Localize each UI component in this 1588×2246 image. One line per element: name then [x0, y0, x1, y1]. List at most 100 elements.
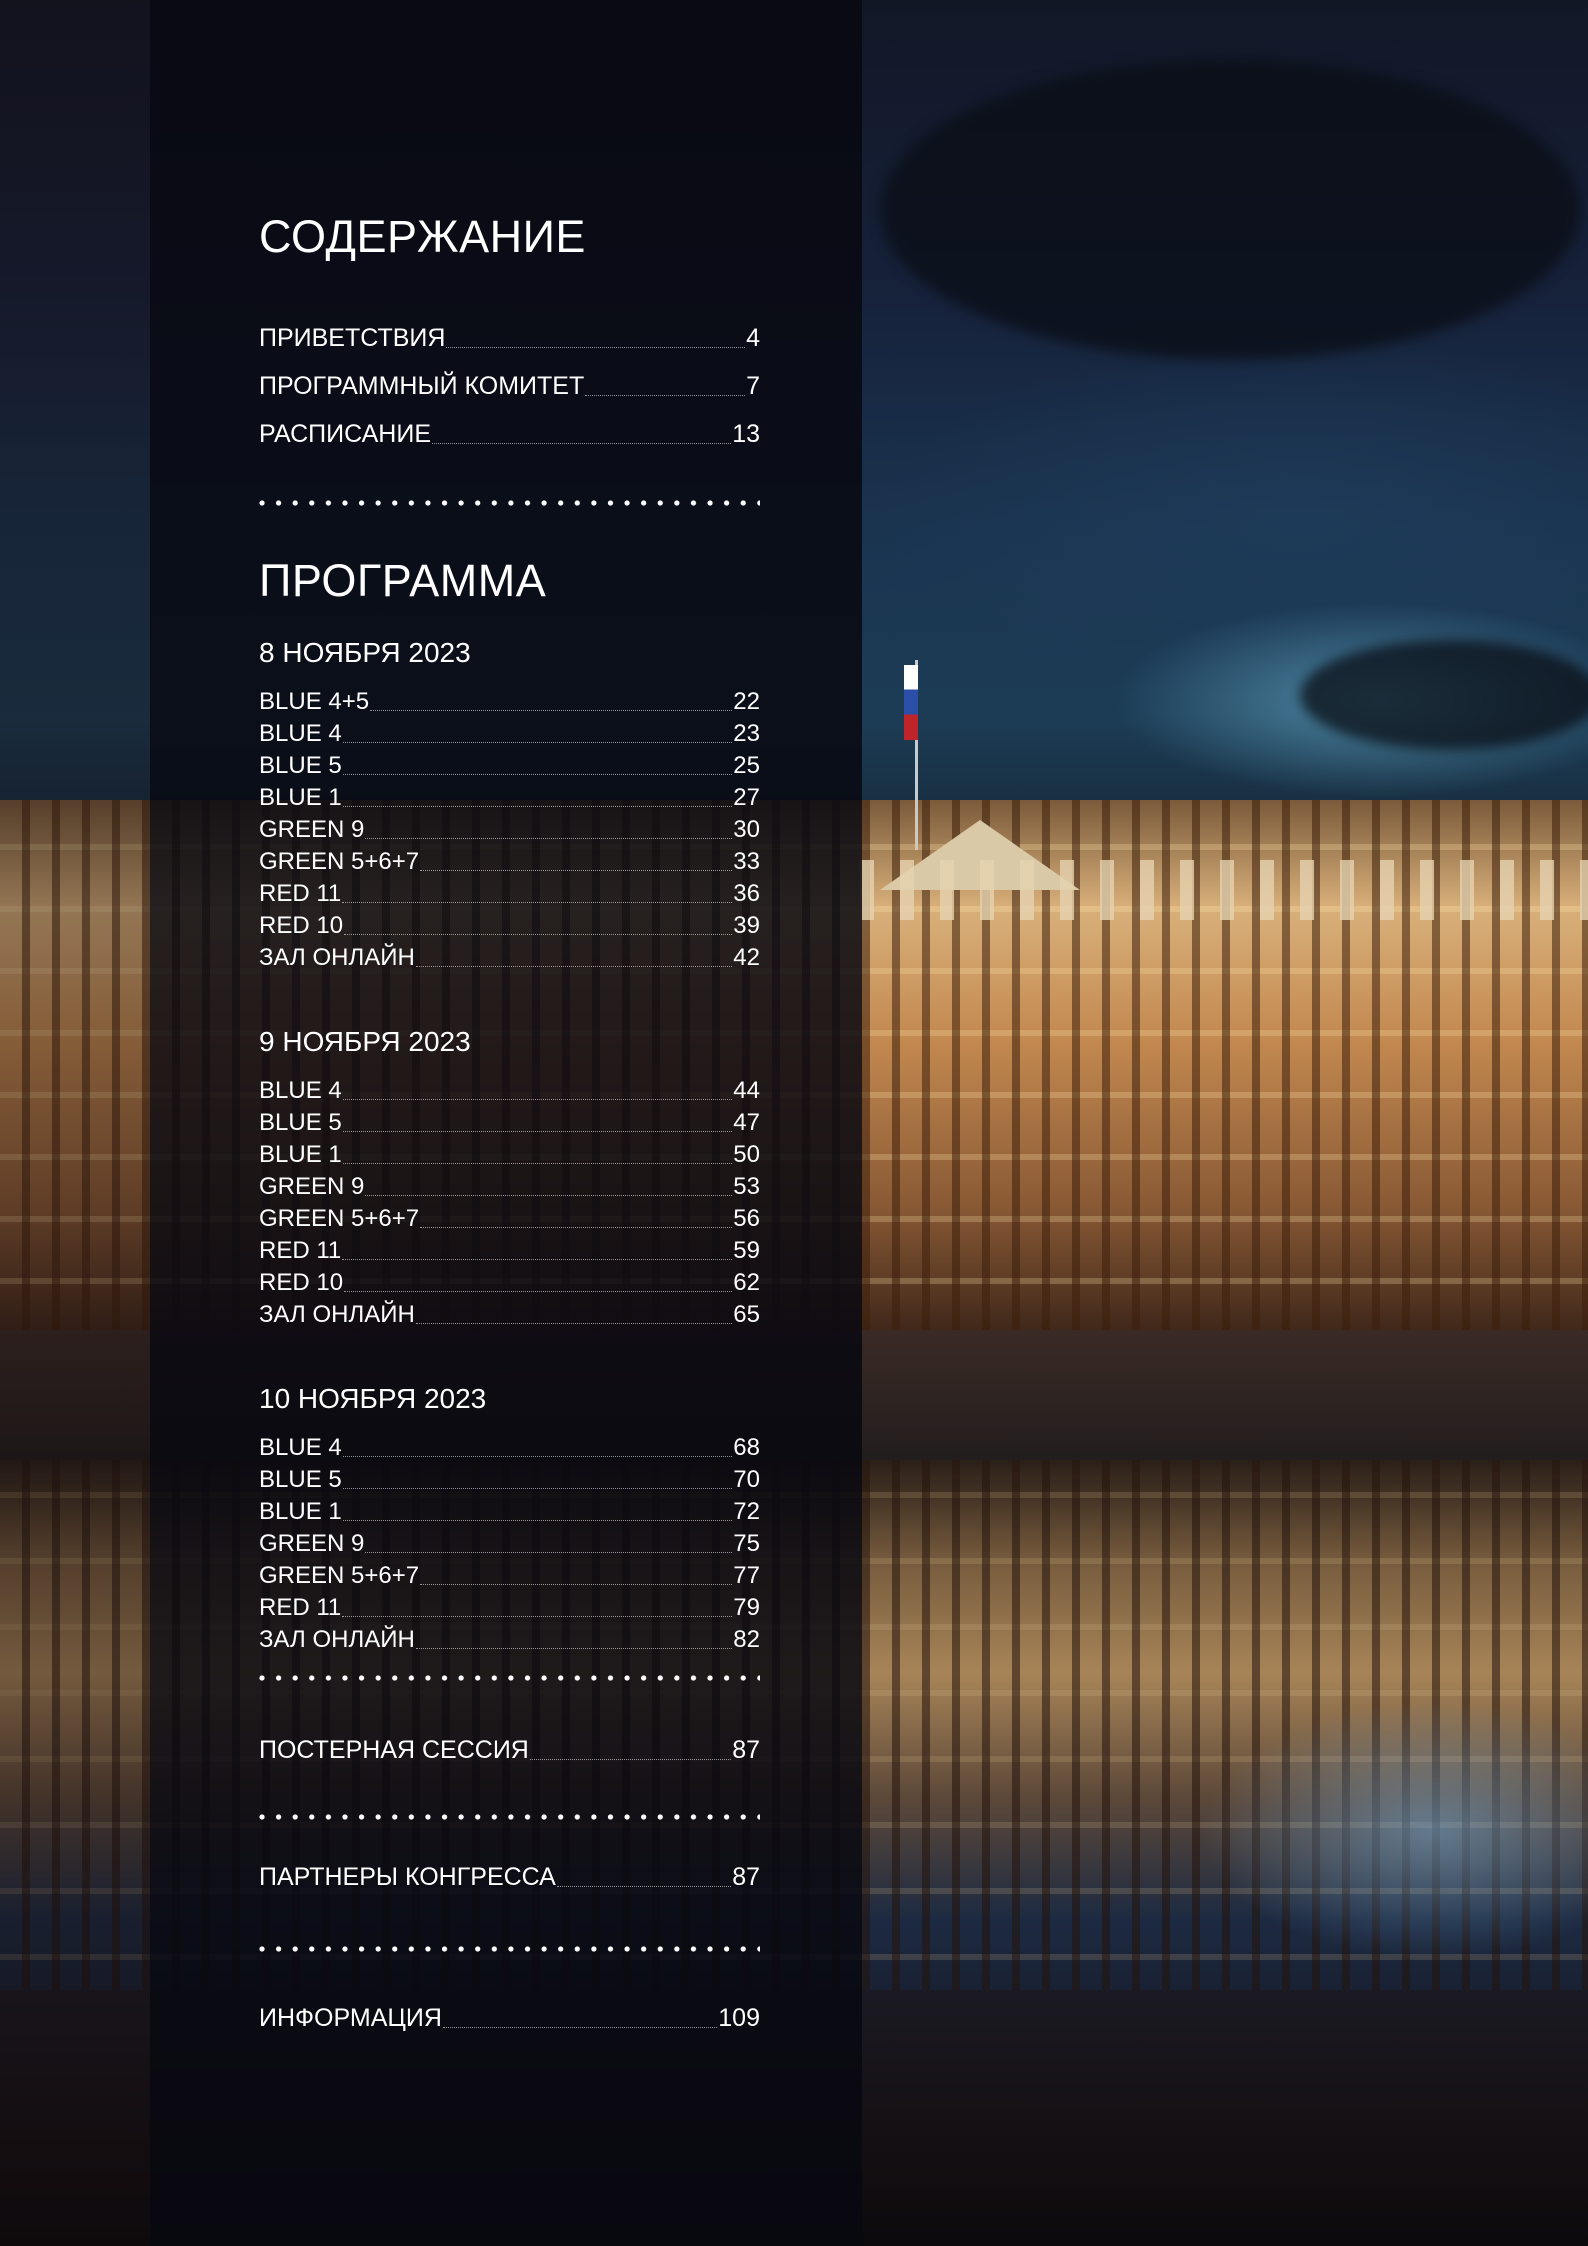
dot-leader — [342, 1131, 733, 1132]
dot-leader — [342, 902, 733, 903]
toc-entry-page: 56 — [733, 1205, 760, 1232]
toc-entry-page: 82 — [733, 1626, 760, 1653]
toc-entry-label: RED 11 — [259, 880, 342, 907]
dotted-separator — [259, 500, 760, 506]
toc-entry-label: ЗАЛ ОНЛАЙН — [259, 944, 415, 971]
dotted-separator — [259, 1675, 760, 1681]
toc-entry[interactable]: RED 11 36 — [259, 882, 760, 906]
dot-leader — [342, 1163, 733, 1164]
toc-entry-label: RED 11 — [259, 1237, 342, 1264]
toc-entry[interactable]: ЗАЛ ОНЛАЙН 42 — [259, 946, 760, 970]
toc-entry-label: BLUE 5 — [259, 1109, 342, 1136]
dot-leader — [446, 347, 746, 348]
toc-entry-page: 13 — [732, 420, 760, 448]
toc-entry[interactable]: GREEN 9 30 — [259, 818, 760, 842]
toc-entry-page: 53 — [733, 1173, 760, 1200]
toc-entry-committee[interactable]: ПРОГРАММНЫЙ КОМИТЕТ 7 — [259, 374, 760, 399]
dotted-separator — [259, 1946, 760, 1952]
toc-entry-label: RED 10 — [259, 912, 344, 939]
toc-entry[interactable]: GREEN 5+6+7 33 — [259, 850, 760, 874]
toc-entry[interactable]: BLUE 1 27 — [259, 786, 760, 810]
toc-entry[interactable]: GREEN 5+6+7 77 — [259, 1564, 760, 1588]
toc-entry[interactable]: BLUE 4 23 — [259, 722, 760, 746]
toc-entry[interactable]: RED 10 62 — [259, 1271, 760, 1295]
toc-entry[interactable]: BLUE 4+5 22 — [259, 690, 760, 714]
toc-entry-partners[interactable]: ПАРТНЕРЫ КОНГРЕССА 87 — [259, 1865, 760, 1890]
dot-leader — [370, 710, 733, 711]
toc-entry[interactable]: ЗАЛ ОНЛАЙН 65 — [259, 1303, 760, 1327]
toc-entry-page: 39 — [733, 912, 760, 939]
toc-entry-page: 68 — [733, 1434, 760, 1461]
toc-entry-label: BLUE 4 — [259, 1434, 342, 1461]
dot-leader — [365, 1552, 733, 1553]
dot-leader — [342, 1259, 733, 1260]
toc-entry-label: GREEN 5+6+7 — [259, 1205, 420, 1232]
toc-entry-page: 36 — [733, 880, 760, 907]
toc-entry-label: GREEN 9 — [259, 1530, 365, 1557]
toc-entry-label: ПРИВЕТСТВИЯ — [259, 324, 446, 352]
day-heading: 10 НОЯБРЯ 2023 — [259, 1383, 487, 1414]
toc-entry-label: ПАРТНЕРЫ КОНГРЕССА — [259, 1863, 556, 1891]
toc-entry-label: BLUE 4+5 — [259, 688, 370, 715]
toc-entry-label: RED 11 — [259, 1594, 342, 1621]
dot-leader — [415, 966, 733, 967]
dot-leader — [529, 1759, 732, 1760]
toc-entry-label: RED 10 — [259, 1269, 344, 1296]
day-heading: 8 НОЯБРЯ 2023 — [259, 637, 471, 668]
sky-reflection — [1200, 1700, 1588, 1960]
dot-leader — [585, 395, 746, 396]
toc-entry-page: 22 — [733, 688, 760, 715]
dot-leader — [342, 1616, 733, 1617]
toc-entry-page: 33 — [733, 848, 760, 875]
toc-entry-schedule[interactable]: РАСПИСАНИЕ 13 — [259, 422, 760, 447]
toc-entry[interactable]: BLUE 4 68 — [259, 1436, 760, 1460]
dot-leader — [342, 1520, 733, 1521]
dot-leader — [344, 1291, 733, 1292]
toc-entry-page: 42 — [733, 944, 760, 971]
toc-entry-page: 72 — [733, 1498, 760, 1525]
toc-entry-page: 23 — [733, 720, 760, 747]
toc-entry-label: BLUE 4 — [259, 720, 342, 747]
toc-entry[interactable]: BLUE 1 72 — [259, 1500, 760, 1524]
toc-entry[interactable]: RED 11 79 — [259, 1596, 760, 1620]
toc-entry[interactable]: GREEN 9 75 — [259, 1532, 760, 1556]
toc-entry-label: BLUE 1 — [259, 1498, 342, 1525]
toc-entry-poster-session[interactable]: ПОСТЕРНАЯ СЕССИЯ 87 — [259, 1738, 760, 1763]
toc-entry[interactable]: GREEN 9 53 — [259, 1175, 760, 1199]
toc-entry[interactable]: GREEN 5+6+7 56 — [259, 1207, 760, 1231]
toc-entry-label: BLUE 1 — [259, 1141, 342, 1168]
dot-leader — [556, 1886, 732, 1887]
toc-entry-greetings[interactable]: ПРИВЕТСТВИЯ 4 — [259, 326, 760, 351]
toc-entry-label: ИНФОРМАЦИЯ — [259, 2004, 442, 2032]
toc-entry[interactable]: RED 11 59 — [259, 1239, 760, 1263]
toc-entry[interactable]: BLUE 5 70 — [259, 1468, 760, 1492]
toc-entry-label: BLUE 5 — [259, 752, 342, 779]
toc-entry-page: 47 — [733, 1109, 760, 1136]
toc-entry-page: 25 — [733, 752, 760, 779]
toc-entry[interactable]: BLUE 5 47 — [259, 1111, 760, 1135]
toc-entry[interactable]: BLUE 4 44 — [259, 1079, 760, 1103]
toc-entry-page: 62 — [733, 1269, 760, 1296]
toc-entry-page: 70 — [733, 1466, 760, 1493]
toc-entry-page: 109 — [718, 2004, 760, 2032]
dot-leader — [342, 806, 733, 807]
dot-leader — [342, 742, 733, 743]
toc-entry-page: 75 — [733, 1530, 760, 1557]
toc-title: СОДЕРЖАНИЕ — [259, 211, 586, 262]
toc-entry[interactable]: RED 10 39 — [259, 914, 760, 938]
left-shade — [0, 0, 150, 2246]
toc-entry-page: 79 — [733, 1594, 760, 1621]
toc-entry-information[interactable]: ИНФОРМАЦИЯ 109 — [259, 2006, 760, 2031]
cloud — [880, 60, 1580, 360]
program-title: ПРОГРАММА — [259, 555, 547, 606]
flag-icon — [904, 665, 918, 740]
dot-leader — [432, 443, 732, 444]
toc-entry-label: GREEN 5+6+7 — [259, 848, 420, 875]
toc-entry-label: РАСПИСАНИЕ — [259, 420, 431, 448]
cloud — [1300, 640, 1588, 750]
toc-entry[interactable]: BLUE 5 25 — [259, 754, 760, 778]
toc-entry-page: 59 — [733, 1237, 760, 1264]
toc-entry[interactable]: BLUE 1 50 — [259, 1143, 760, 1167]
toc-entry[interactable]: ЗАЛ ОНЛАЙН 82 — [259, 1628, 760, 1652]
dot-leader — [365, 1195, 733, 1196]
